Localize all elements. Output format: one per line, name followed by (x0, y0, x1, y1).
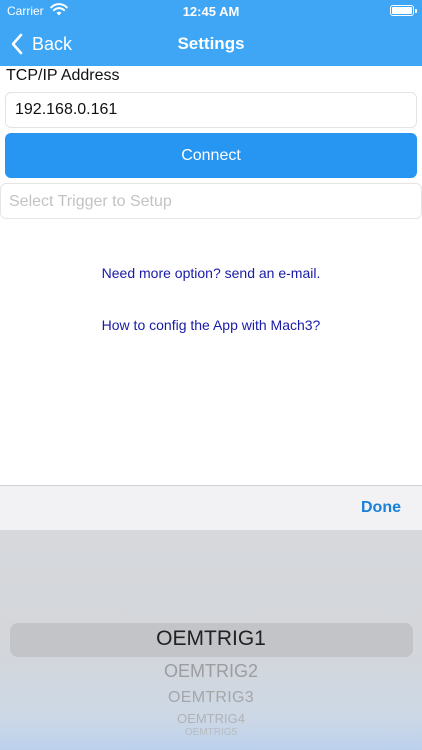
done-button[interactable]: Done (361, 499, 401, 517)
picker-option[interactable]: OEMTRIG4 (0, 711, 422, 726)
picker-option[interactable]: OEMTRIG1 (0, 627, 422, 651)
picker-option[interactable]: OEMTRIG3 (0, 689, 422, 707)
status-bar: Carrier 12:45 AM (0, 0, 422, 22)
page-title: Settings (177, 34, 245, 53)
trigger-select-field[interactable]: Select Trigger to Setup (0, 183, 422, 219)
ip-address-label: TCP/IP Address (6, 67, 120, 84)
picker-toolbar: Done (0, 485, 422, 530)
top-bar: Carrier 12:45 AM Back Settings (0, 0, 422, 66)
picker-option[interactable]: OEMTRIG2 (0, 661, 422, 682)
status-time: 12:45 AM (182, 4, 240, 19)
battery-icon (390, 5, 417, 16)
email-link[interactable]: Need more option? send an e-mail. (0, 265, 422, 281)
trigger-picker[interactable]: OEMTRIG1 OEMTRIG2 OEMTRIG3 OEMTRIG4 OEMT… (0, 530, 422, 750)
mach3-help-link[interactable]: How to config the App with Mach3? (0, 317, 422, 333)
picker-option[interactable]: OEMTRIG5 (0, 727, 422, 738)
ip-address-input[interactable]: 192.168.0.161 (5, 92, 417, 128)
navigation-bar: Back Settings (0, 22, 422, 66)
connect-button[interactable]: Connect (5, 133, 417, 178)
